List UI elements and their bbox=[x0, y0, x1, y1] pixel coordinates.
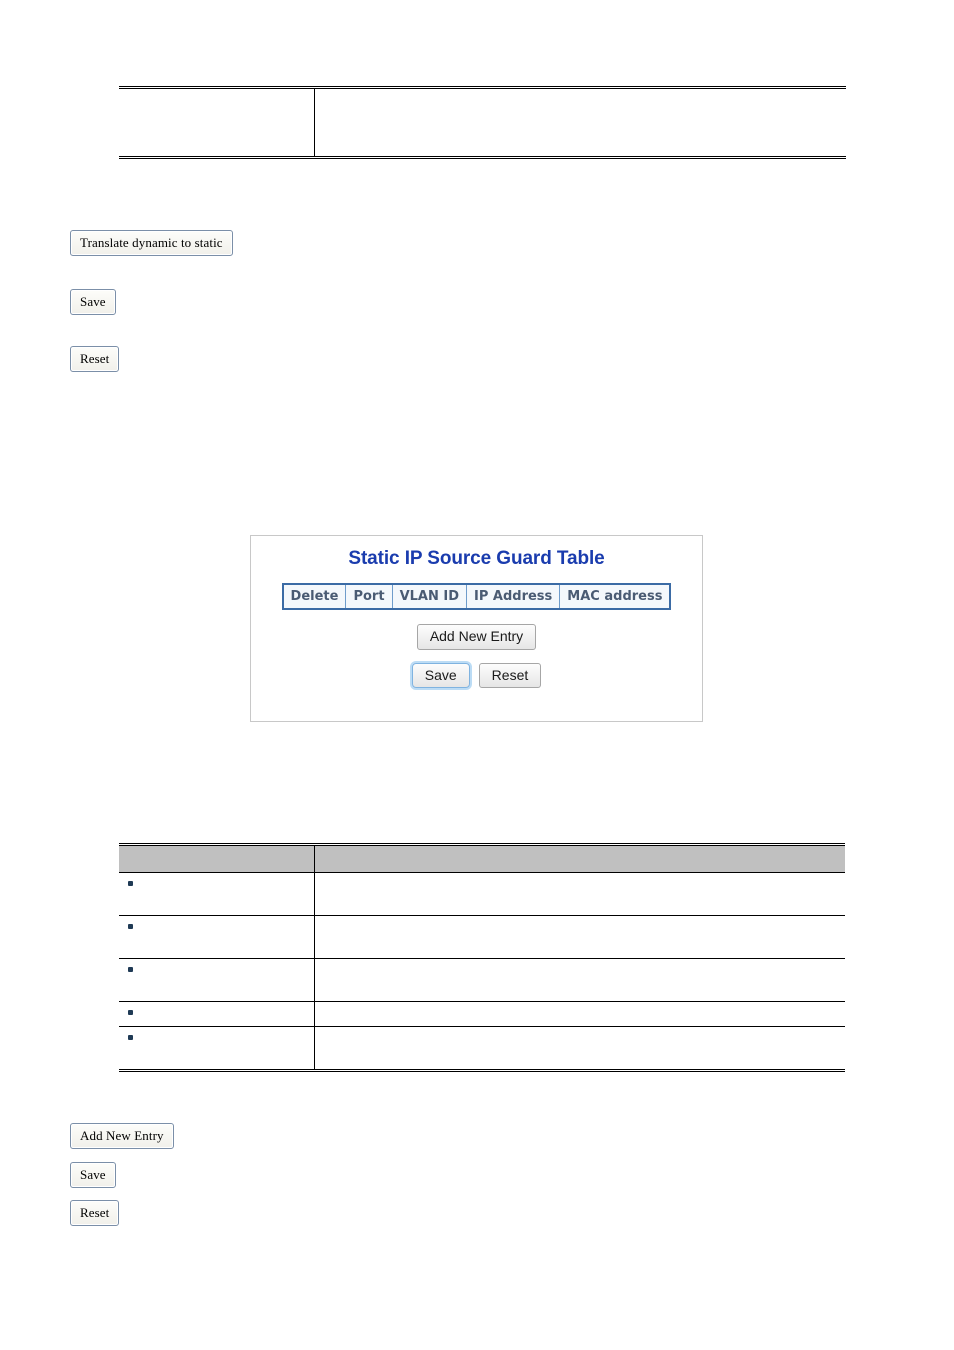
column-header-delete: Delete bbox=[282, 583, 347, 610]
table-header-row bbox=[119, 87, 846, 99]
static-ip-source-guard-panel: Static IP Source Guard Table Delete Port… bbox=[250, 535, 703, 722]
cell-object bbox=[119, 872, 314, 916]
bullet-icon bbox=[128, 1035, 133, 1040]
table-header-row: Delete Port VLAN ID IP Address MAC addre… bbox=[282, 583, 671, 610]
cell-description bbox=[313, 1026, 845, 1071]
cell-object bbox=[119, 1001, 314, 1027]
object-description-table bbox=[119, 843, 845, 1072]
header-cell-description bbox=[314, 87, 846, 98]
cell-object bbox=[119, 1027, 314, 1071]
table-row bbox=[119, 872, 845, 916]
column-header-port: Port bbox=[345, 583, 393, 610]
page-title: Static IP Source Guard Table bbox=[348, 548, 605, 569]
table-row bbox=[119, 1001, 845, 1027]
save-reset-row: Save Reset bbox=[251, 662, 702, 688]
cell-object bbox=[119, 958, 314, 1002]
table-row bbox=[119, 958, 845, 1002]
bullet-icon bbox=[128, 1010, 133, 1015]
top-parameter-table bbox=[119, 86, 846, 159]
cell-object bbox=[119, 915, 314, 959]
cell-description bbox=[313, 1001, 845, 1027]
table-row bbox=[119, 98, 846, 158]
bullet-icon bbox=[128, 881, 133, 886]
bullet-icon bbox=[128, 967, 133, 972]
save-button-bottom[interactable]: Save bbox=[70, 1162, 116, 1188]
header-cell-object bbox=[119, 88, 315, 99]
table-header-row bbox=[119, 844, 845, 873]
add-new-entry-button[interactable]: Add New Entry bbox=[416, 624, 537, 650]
header-cell-object bbox=[119, 844, 314, 873]
reset-button[interactable]: Reset bbox=[478, 662, 542, 688]
header-cell-description bbox=[313, 844, 845, 873]
bullet-icon bbox=[128, 924, 133, 929]
cell-description bbox=[313, 958, 845, 1002]
cell-description bbox=[313, 915, 845, 959]
column-header-vlan-id: VLAN ID bbox=[391, 583, 468, 610]
column-header-ip-address: IP Address bbox=[466, 583, 561, 610]
column-header-mac-address: MAC address bbox=[559, 583, 671, 610]
static-ip-source-guard-table-wrap: Delete Port VLAN ID IP Address MAC addre… bbox=[251, 583, 702, 610]
table-row bbox=[119, 1026, 845, 1071]
reset-button-top[interactable]: Reset bbox=[70, 346, 120, 372]
table-row bbox=[119, 915, 845, 959]
cell-description bbox=[314, 98, 846, 158]
add-new-entry-button-bottom[interactable]: Add New Entry bbox=[70, 1123, 174, 1149]
cell-object bbox=[119, 98, 315, 158]
reset-button-bottom[interactable]: Reset bbox=[70, 1200, 120, 1226]
save-button[interactable]: Save bbox=[411, 662, 470, 688]
cell-description bbox=[313, 872, 845, 916]
static-ip-source-guard-table: Delete Port VLAN ID IP Address MAC addre… bbox=[281, 583, 672, 610]
translate-dynamic-to-static-button[interactable]: Translate dynamic to static bbox=[70, 230, 233, 256]
save-button-top[interactable]: Save bbox=[70, 289, 116, 315]
add-new-entry-row: Add New Entry bbox=[251, 624, 702, 650]
